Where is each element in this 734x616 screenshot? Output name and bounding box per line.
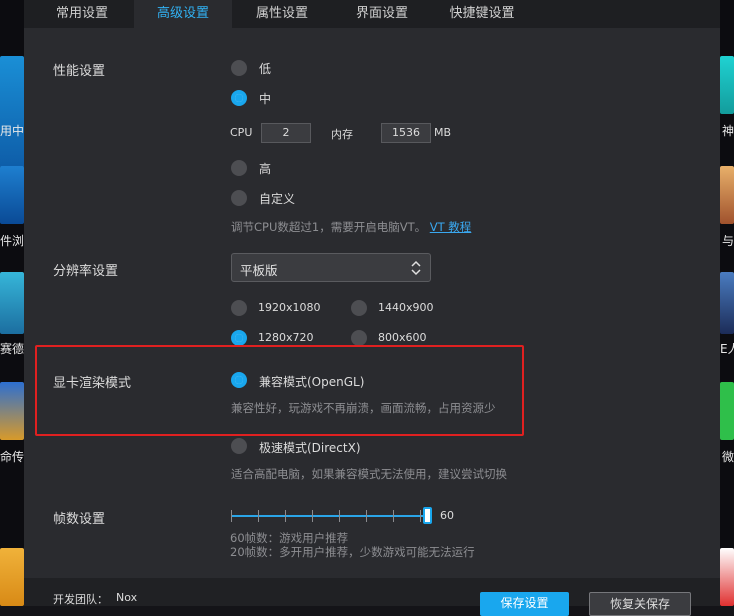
performance-custom-radio[interactable]: [231, 190, 247, 206]
performance-hint-text: 调节CPU数超过1，需要开启电脑VT。: [231, 220, 427, 234]
app-thumbnail-label: 神: [722, 124, 734, 138]
render-directx-radio[interactable]: [231, 438, 247, 454]
cpu-count-input[interactable]: 2: [261, 123, 311, 143]
resolution-1280-label: 1280x720: [258, 331, 314, 344]
resolution-1920-label: 1920x1080: [258, 301, 321, 314]
render-directx-desc: 适合高配电脑，如果兼容模式无法使用，建议尝试切换: [231, 467, 507, 481]
performance-high-label: 高: [259, 162, 272, 176]
app-thumbnail[interactable]: [720, 56, 734, 114]
memory-unit-label: MB: [434, 126, 452, 139]
background-app-strip-right: 神 与 E人 微: [720, 0, 734, 606]
app-thumbnail[interactable]: [720, 548, 734, 606]
highlight-box: [35, 345, 524, 436]
fps-slider-tick: [231, 510, 232, 522]
app-thumbnail[interactable]: [0, 272, 24, 334]
app-thumbnail[interactable]: [0, 166, 24, 224]
restore-save-button[interactable]: 恢复关保存: [589, 592, 691, 616]
resolution-800-label: 800x600: [378, 331, 427, 344]
fps-slider-tick: [312, 510, 313, 522]
performance-low-label: 低: [259, 62, 272, 76]
resolution-1920-radio[interactable]: [231, 300, 247, 316]
performance-high-radio[interactable]: [231, 160, 247, 176]
tab-interface[interactable]: 界面设置: [340, 0, 424, 28]
performance-medium-radio[interactable]: [231, 90, 247, 106]
resolution-select-value: 平板版: [240, 263, 278, 278]
tab-shortcuts[interactable]: 快捷键设置: [440, 0, 524, 28]
resolution-select[interactable]: 平板版: [231, 253, 431, 282]
app-thumbnail-label: 微: [722, 450, 734, 464]
resolution-1440-label: 1440x900: [378, 301, 434, 314]
fps-slider-tick: [285, 510, 286, 522]
fps-slider-tick: [420, 510, 421, 522]
app-thumbnail-label: E人: [720, 342, 734, 356]
background-app-strip-left: 用中 件浏 赛德 命传: [0, 0, 24, 606]
app-thumbnail[interactable]: [0, 548, 24, 606]
app-thumbnail-label: 与: [722, 234, 734, 248]
fps-slider-tick: [258, 510, 259, 522]
performance-hint: 调节CPU数超过1，需要开启电脑VT。 VT 教程: [231, 219, 471, 235]
app-thumbnail[interactable]: [720, 382, 734, 440]
app-thumbnail[interactable]: [720, 166, 734, 224]
memory-input[interactable]: 1536: [381, 123, 431, 143]
fps-value: 60: [440, 509, 454, 522]
app-thumbnail-label: 用中: [0, 124, 25, 138]
app-thumbnail-label: 件浏: [0, 234, 25, 248]
tab-advanced[interactable]: 高级设置: [134, 0, 232, 28]
settings-tab-bar: 常用设置 高级设置 属性设置 界面设置 快捷键设置: [24, 0, 720, 28]
save-settings-button[interactable]: 保存设置: [480, 592, 569, 616]
fps-slider-track[interactable]: [231, 515, 427, 517]
render-directx-label: 极速模式(DirectX): [259, 441, 361, 455]
dev-team-label: 开发团队：: [53, 593, 108, 606]
fps-slider-handle[interactable]: [423, 507, 432, 524]
fps-section-label: 帧数设置: [53, 512, 106, 527]
performance-low-radio[interactable]: [231, 60, 247, 76]
resolution-section-label: 分辨率设置: [53, 264, 119, 279]
performance-medium-label: 中: [259, 92, 272, 106]
app-thumbnail-label: 赛德: [0, 342, 25, 356]
fps-hint-20: 20帧数：多开用户推荐，少数游戏可能无法运行: [230, 545, 475, 559]
vt-tutorial-link[interactable]: VT 教程: [430, 220, 472, 234]
tab-general[interactable]: 常用设置: [40, 0, 124, 28]
app-thumbnail[interactable]: [0, 382, 24, 440]
app-thumbnail[interactable]: [720, 272, 734, 334]
cpu-label: CPU: [230, 126, 253, 139]
memory-label: 内存: [331, 128, 353, 141]
app-thumbnail-label: 命传: [0, 450, 25, 464]
performance-custom-label: 自定义: [259, 192, 296, 206]
fps-slider-tick: [393, 510, 394, 522]
resolution-1280-radio[interactable]: [231, 330, 247, 346]
tab-properties[interactable]: 属性设置: [240, 0, 324, 28]
fps-slider-tick: [366, 510, 367, 522]
dev-team-value: Nox: [116, 591, 138, 604]
app-thumbnail[interactable]: [0, 56, 24, 168]
fps-slider-tick: [339, 510, 340, 522]
resolution-1440-radio[interactable]: [351, 300, 367, 316]
resolution-800-radio[interactable]: [351, 330, 367, 346]
up-down-chevron-icon: [411, 260, 421, 276]
performance-section-label: 性能设置: [53, 64, 106, 79]
settings-dialog: 常用设置 高级设置 属性设置 界面设置 快捷键设置 性能设置 低 中 CPU 2…: [24, 0, 720, 616]
